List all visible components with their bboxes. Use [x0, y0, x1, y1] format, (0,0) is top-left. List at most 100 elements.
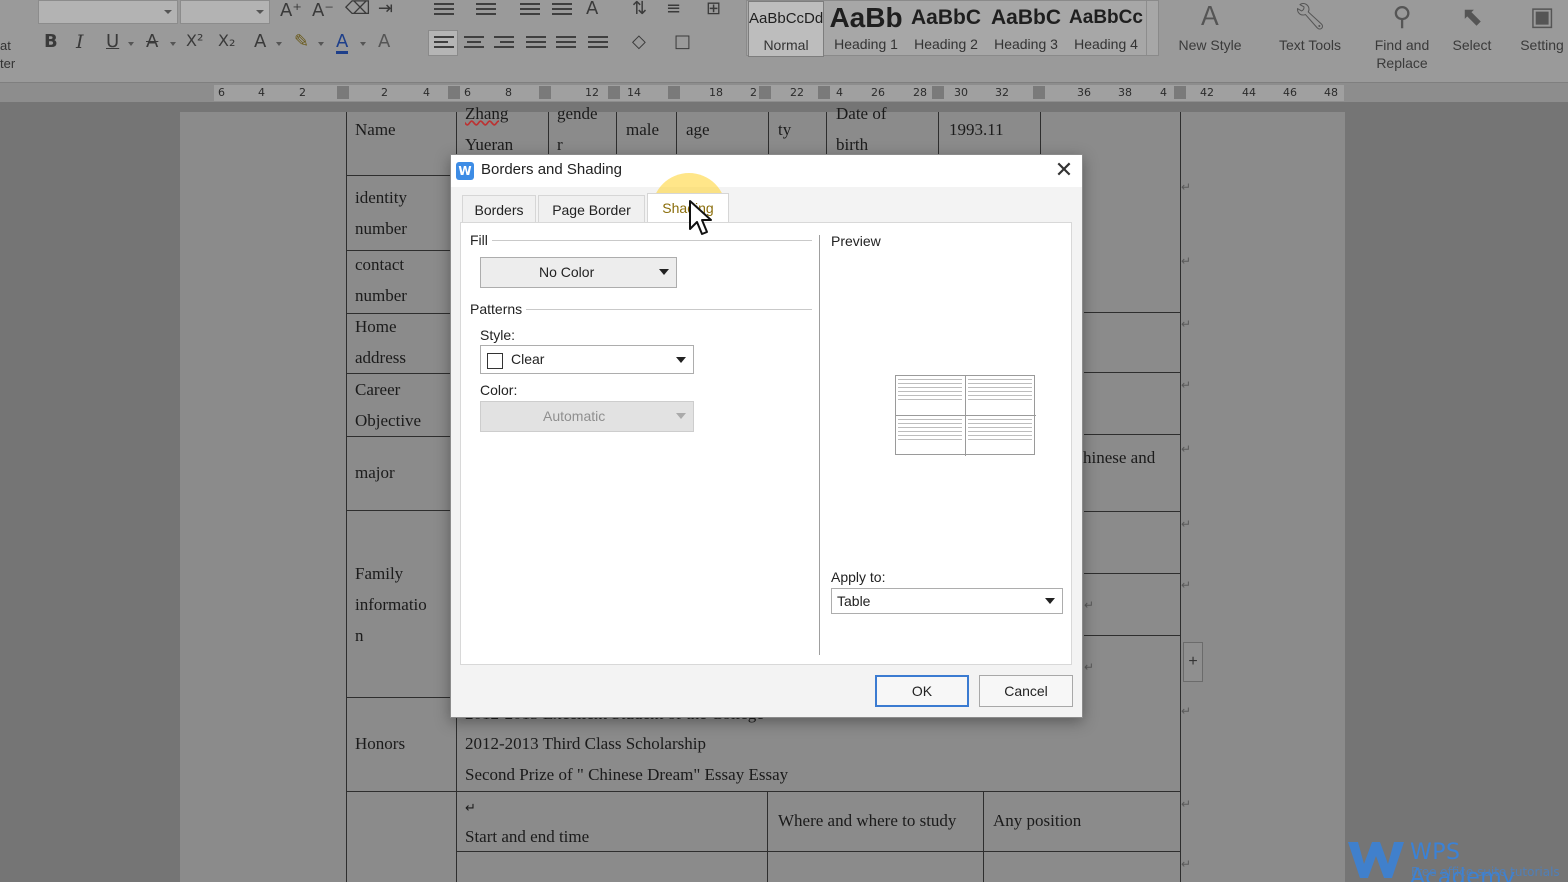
increase-indent-icon[interactable] — [552, 3, 572, 19]
cell-honor-3[interactable]: Second Prize of " Chinese Dream" Essay E… — [465, 759, 788, 790]
dialog-titlebar[interactable]: W Borders and Shading ✕ — [451, 155, 1082, 187]
cell-study-position[interactable]: Any position — [993, 805, 1081, 836]
cell-dob-value[interactable]: 1993.11 — [949, 114, 1004, 145]
shrink-font-button[interactable]: A⁻ — [312, 2, 334, 20]
ruler-marker[interactable] — [818, 86, 830, 99]
clear-format-icon[interactable]: ⌫ — [345, 0, 370, 18]
style-heading-1[interactable]: AaBb Heading 1 — [827, 1, 905, 57]
numbering-icon[interactable] — [476, 3, 496, 19]
font-color-button[interactable]: A — [336, 33, 349, 54]
cell-home-label-2[interactable]: address — [355, 342, 406, 373]
apply-to-dropdown[interactable]: Table — [831, 588, 1063, 614]
ok-button[interactable]: OK — [875, 675, 969, 707]
style-heading-2[interactable]: AaBbC Heading 2 — [907, 1, 985, 57]
grow-font-button[interactable]: A⁺ — [280, 2, 302, 20]
highlight-icon[interactable]: ✎ — [294, 33, 309, 51]
cell-family-label-2[interactable]: informatio — [355, 589, 427, 620]
italic-button[interactable]: I — [76, 33, 84, 52]
cancel-button[interactable]: Cancel — [979, 675, 1073, 707]
style-normal[interactable]: AaBbCcDd Normal — [748, 1, 824, 57]
new-style-button[interactable]: Ａ New Style — [1168, 0, 1252, 54]
cell-home-label[interactable]: Home — [355, 311, 397, 342]
borders-icon[interactable]: □ — [674, 33, 691, 51]
table-insert-icon[interactable]: ⊞ — [706, 0, 721, 18]
superscript-button[interactable]: X² — [186, 33, 203, 49]
cell-family-label[interactable]: Family — [355, 558, 403, 589]
cell-age-label[interactable]: age — [686, 114, 710, 145]
cell-identity-label[interactable]: identity — [355, 182, 407, 213]
font-size-combo[interactable] — [180, 0, 270, 24]
decrease-indent-icon[interactable] — [520, 3, 540, 19]
cell-contact-label[interactable]: contact — [355, 249, 404, 280]
settings-button[interactable]: ▣ Setting — [1516, 0, 1568, 54]
paragraph-spacing-icon[interactable] — [588, 36, 608, 52]
underline-button[interactable]: U — [106, 33, 119, 51]
format-painter-label-1[interactable]: at — [0, 38, 11, 53]
ruler-marker[interactable] — [759, 86, 771, 99]
preview-divider — [819, 235, 820, 655]
text-tools-button[interactable]: 🔧︎ Text Tools — [1268, 0, 1352, 54]
chevron-down-icon[interactable] — [170, 42, 176, 46]
cell-honors-label[interactable]: Honors — [355, 728, 405, 759]
ruler-marker[interactable] — [539, 86, 551, 99]
chevron-down-icon[interactable] — [318, 42, 324, 46]
subscript-button[interactable]: X₂ — [218, 33, 235, 49]
add-row-button[interactable]: + — [1183, 642, 1203, 682]
align-right-icon[interactable] — [494, 36, 514, 52]
chevron-down-icon[interactable] — [276, 42, 282, 46]
cell-study-time[interactable]: Start and end time — [465, 821, 589, 852]
select-button[interactable]: ⬉ Select — [1440, 0, 1504, 54]
close-icon[interactable]: ✕ — [1051, 159, 1077, 183]
ruler-marker[interactable] — [448, 86, 460, 99]
tab-page-border[interactable]: Page Border — [538, 195, 645, 223]
cell-dob-label[interactable]: Date of — [836, 98, 887, 129]
chevron-down-icon[interactable] — [360, 42, 366, 46]
line-spacing-icon[interactable]: ≡ — [666, 0, 681, 18]
ruler-marker[interactable] — [608, 86, 620, 99]
font-name-combo[interactable] — [38, 0, 178, 24]
cell-study-where[interactable]: Where and where to study — [778, 805, 956, 836]
text-effects-button[interactable]: A — [254, 33, 266, 51]
cell-family-label-3[interactable]: n — [355, 620, 364, 651]
cell-career-label[interactable]: Career — [355, 374, 400, 405]
shading-icon[interactable]: ◇ — [632, 33, 646, 51]
cell-gender-value[interactable]: male — [626, 114, 659, 145]
pattern-style-dropdown[interactable]: Clear — [480, 345, 694, 374]
cell-honor-2[interactable]: 2012-2013 Third Class Scholarship — [465, 728, 706, 759]
ruler-marker[interactable] — [932, 86, 944, 99]
table-border — [346, 436, 450, 437]
cell-gender-label[interactable]: gende — [557, 98, 598, 129]
justify-icon[interactable] — [526, 36, 546, 52]
find-replace-button[interactable]: ⚲ Find and Replace — [1364, 0, 1440, 72]
align-left-icon[interactable] — [434, 36, 454, 52]
cell-name-value[interactable]: Zhang — [465, 98, 508, 129]
align-center-icon[interactable] — [464, 36, 484, 52]
style-heading-3[interactable]: AaBbC Heading 3 — [987, 1, 1065, 57]
style-heading-4[interactable]: AaBbCc Heading 4 — [1067, 1, 1145, 57]
cell-career-label-2[interactable]: Objective — [355, 405, 421, 436]
strikethrough-button[interactable]: A — [146, 33, 158, 51]
cell-identity-label-2[interactable]: number — [355, 213, 407, 244]
ruler-marker[interactable] — [668, 86, 680, 99]
ruler-marker[interactable] — [1033, 86, 1045, 99]
horizontal-ruler[interactable]: 6 4 2 2 4 6 8 12 14 18 2 22 4 26 28 30 3… — [0, 82, 1568, 102]
change-case-icon[interactable]: A — [586, 0, 598, 18]
bullets-icon[interactable] — [434, 3, 454, 19]
cell-contact-label-2[interactable]: number — [355, 280, 407, 311]
cell-major-value[interactable]: hinese and — [1083, 442, 1155, 473]
cell-major-label[interactable]: major — [355, 457, 395, 488]
fill-color-dropdown[interactable]: No Color — [480, 257, 677, 288]
ruler-marker[interactable] — [337, 86, 349, 99]
tab-borders[interactable]: Borders — [462, 195, 536, 223]
cell-nationality-label[interactable]: ty — [778, 114, 791, 145]
cell-name-label[interactable]: Name — [355, 114, 396, 145]
format-painter-label-2[interactable]: ter — [0, 56, 15, 71]
chevron-down-icon[interactable] — [128, 42, 134, 46]
ruler-marker[interactable] — [1174, 86, 1186, 99]
gallery-scroll[interactable] — [1146, 1, 1158, 55]
distributed-icon[interactable] — [556, 36, 576, 52]
text-direction-icon[interactable]: ⇥ — [378, 0, 393, 18]
sort-icon[interactable]: ⇅ — [632, 0, 647, 18]
bold-button[interactable]: B — [44, 33, 58, 51]
character-shading-button[interactable]: A — [378, 33, 390, 51]
